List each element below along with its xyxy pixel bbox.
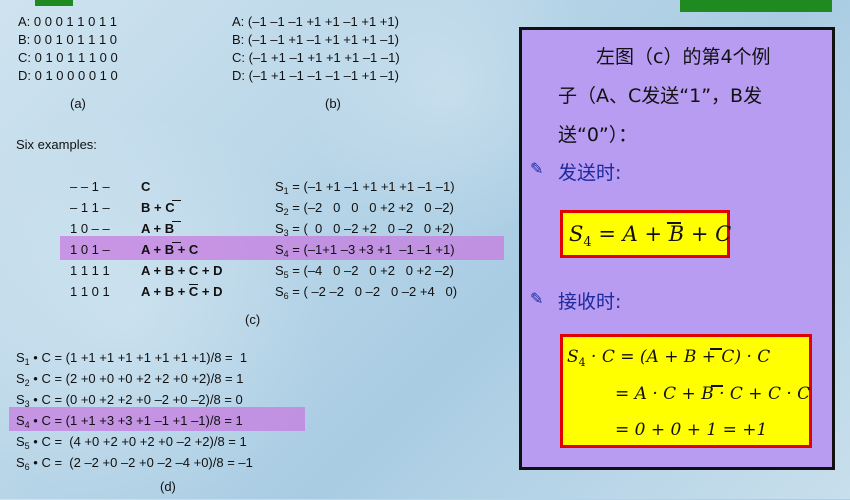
example-vector: S2 = (–2 0 0 0 +2 +2 0 –2) bbox=[275, 200, 454, 220]
dot-row: S3 • C = (0 +0 +2 +2 +0 –2 +0 –2)/8 = 0 bbox=[16, 392, 243, 412]
dot-row: S4 • C = (1 +1 +3 +3 +1 –1 +1 –1)/8 = 1 bbox=[16, 413, 243, 433]
dot-expression: • C = (2 –2 +0 –2 +0 –2 –4 +0)/8 = –1 bbox=[29, 455, 253, 470]
example-bits: – 1 1 – bbox=[70, 200, 110, 215]
examples-heading: Six examples: bbox=[16, 137, 97, 152]
recv-formula-line1: S4 · C = (A + B + C) · C bbox=[567, 347, 770, 369]
dot-row: S1 • C = (1 +1 +1 +1 +1 +1 +1 +1)/8 = 1 bbox=[16, 350, 247, 370]
dot-expression: • C = (4 +0 +2 +0 +2 +0 –2 +2)/8 = 1 bbox=[29, 434, 247, 449]
code-a-row: D: 0 1 0 0 0 0 1 0 bbox=[18, 68, 118, 83]
caption-a: (a) bbox=[70, 96, 86, 111]
s-symbol: S bbox=[275, 263, 284, 278]
dot-expression: • C = (1 +1 +3 +3 +1 –1 +1 –1)/8 = 1 bbox=[29, 413, 243, 428]
example-expr: B + C bbox=[141, 200, 175, 215]
example-vector: S1 = (–1 +1 –1 +1 +1 +1 –1 –1) bbox=[275, 179, 455, 199]
formula-subscript: 4 bbox=[583, 235, 592, 250]
overbar bbox=[667, 222, 681, 224]
formula-rhs: = A + B + C bbox=[591, 222, 732, 246]
example-expr: C bbox=[141, 179, 151, 194]
vector-values: = (–1 +1 –1 +1 +1 +1 –1 –1) bbox=[288, 179, 455, 194]
s-symbol: S bbox=[275, 200, 284, 215]
dot-expression: • C = (2 +0 +0 +0 +2 +2 +0 +2)/8 = 1 bbox=[29, 371, 244, 386]
formula-rhs: · C = (A + B + C) · C bbox=[585, 347, 771, 367]
s-symbol: S bbox=[275, 284, 284, 299]
overbar bbox=[172, 221, 181, 222]
overbar bbox=[710, 348, 722, 350]
panel-intro-line: 送“0”）： bbox=[558, 124, 638, 146]
s-symbol: S bbox=[16, 413, 25, 428]
overbar bbox=[189, 284, 198, 285]
s-symbol: S bbox=[275, 179, 284, 194]
dot-row: S2 • C = (2 +0 +0 +0 +2 +2 +0 +2)/8 = 1 bbox=[16, 371, 243, 391]
vector-values: = (–1+1 –3 +3 +1 –1 –1 +1) bbox=[288, 242, 455, 257]
example-vector: S6 = ( –2 –2 0 –2 0 –2 +4 0) bbox=[275, 284, 457, 304]
formula-subscript: 4 bbox=[578, 356, 586, 369]
formula-s: S bbox=[567, 347, 579, 367]
example-expr: A + B + C + D bbox=[141, 284, 223, 299]
caption-b: (b) bbox=[325, 96, 341, 111]
vector-values: = (–4 0 –2 0 +2 0 +2 –2) bbox=[288, 263, 454, 278]
example-vector: S3 = ( 0 0 –2 +2 0 –2 0 +2) bbox=[275, 221, 454, 241]
s-symbol: S bbox=[275, 242, 284, 257]
pencil-icon: ✎ bbox=[530, 161, 544, 178]
pencil-icon: ✎ bbox=[530, 291, 544, 308]
dot-row: S5 • C = (4 +0 +2 +0 +2 +0 –2 +2)/8 = 1 bbox=[16, 434, 247, 454]
recv-formula-box: S4 · C = (A + B + C) · C = A · C + B · C… bbox=[560, 334, 812, 448]
code-b-row: A: (–1 –1 –1 +1 +1 –1 +1 +1) bbox=[232, 14, 399, 29]
example-bits: 1 0 – – bbox=[70, 221, 110, 236]
s-symbol: S bbox=[16, 434, 25, 449]
s-symbol: S bbox=[16, 350, 25, 365]
send-formula: S4 = A + B + C bbox=[569, 222, 731, 250]
formula-s: S bbox=[569, 222, 584, 246]
code-b-row: C: (–1 +1 –1 +1 +1 +1 –1 –1) bbox=[232, 50, 400, 65]
send-label: 发送时: bbox=[558, 162, 622, 184]
caption-c: (c) bbox=[245, 312, 261, 327]
recv-formula-line3: = 0 + 0 + 1 = +1 bbox=[615, 420, 768, 440]
panel-intro-line: 子（A、C发送“1”，B发 bbox=[558, 85, 763, 107]
example-vector: S4 = (–1+1 –3 +3 +1 –1 –1 +1) bbox=[275, 242, 455, 262]
explanation-panel: 左图（c）的第4个例 子（A、C发送“1”，B发 送“0”）： ✎ 发送时: S… bbox=[519, 27, 835, 470]
s-symbol: S bbox=[16, 392, 25, 407]
dot-row: S6 • C = (2 –2 +0 –2 +0 –2 –4 +0)/8 = –1 bbox=[16, 455, 253, 475]
header-bar-right bbox=[680, 0, 832, 12]
s-symbol: S bbox=[275, 221, 284, 236]
send-formula-box: S4 = A + B + C bbox=[560, 210, 731, 258]
vector-values: = (–2 0 0 0 +2 +2 0 –2) bbox=[288, 200, 454, 215]
code-a-row: A: 0 0 0 1 1 0 1 1 bbox=[18, 14, 118, 29]
dot-expression: • C = (0 +0 +2 +2 +0 –2 +0 –2)/8 = 0 bbox=[29, 392, 243, 407]
overbar bbox=[172, 242, 181, 243]
vector-values: = ( 0 0 –2 +2 0 –2 0 +2) bbox=[288, 221, 454, 236]
overbar bbox=[172, 200, 181, 201]
code-b-row: D: (–1 +1 –1 –1 –1 –1 +1 –1) bbox=[232, 68, 399, 83]
panel-intro-line: 左图（c）的第4个例 bbox=[596, 46, 771, 68]
code-a-row: B: 0 0 1 0 1 1 1 0 bbox=[18, 32, 118, 47]
s-symbol: S bbox=[16, 455, 25, 470]
recv-formula-line2: = A · C + B · C + C · C bbox=[615, 384, 811, 404]
example-bits: 1 1 1 1 bbox=[70, 263, 110, 278]
recv-label: 接收时: bbox=[558, 291, 622, 313]
example-vector: S5 = (–4 0 –2 0 +2 0 +2 –2) bbox=[275, 263, 454, 283]
example-expr: A + B bbox=[141, 221, 175, 236]
caption-d: (d) bbox=[160, 479, 176, 494]
dot-expression: • C = (1 +1 +1 +1 +1 +1 +1 +1)/8 = 1 bbox=[29, 350, 248, 365]
example-expr: A + B + C bbox=[141, 242, 199, 257]
example-bits: 1 0 1 – bbox=[70, 242, 110, 257]
example-bits: 1 1 0 1 bbox=[70, 284, 110, 299]
overbar bbox=[711, 385, 723, 387]
code-a-row: C: 0 1 0 1 1 1 0 0 bbox=[18, 50, 118, 65]
s-symbol: S bbox=[16, 371, 25, 386]
header-bar-left bbox=[35, 0, 73, 6]
code-b-row: B: (–1 –1 +1 –1 +1 +1 +1 –1) bbox=[232, 32, 399, 47]
example-expr: A + B + C + D bbox=[141, 263, 223, 278]
example-bits: – – 1 – bbox=[70, 179, 110, 194]
vector-values: = ( –2 –2 0 –2 0 –2 +4 0) bbox=[288, 284, 458, 299]
